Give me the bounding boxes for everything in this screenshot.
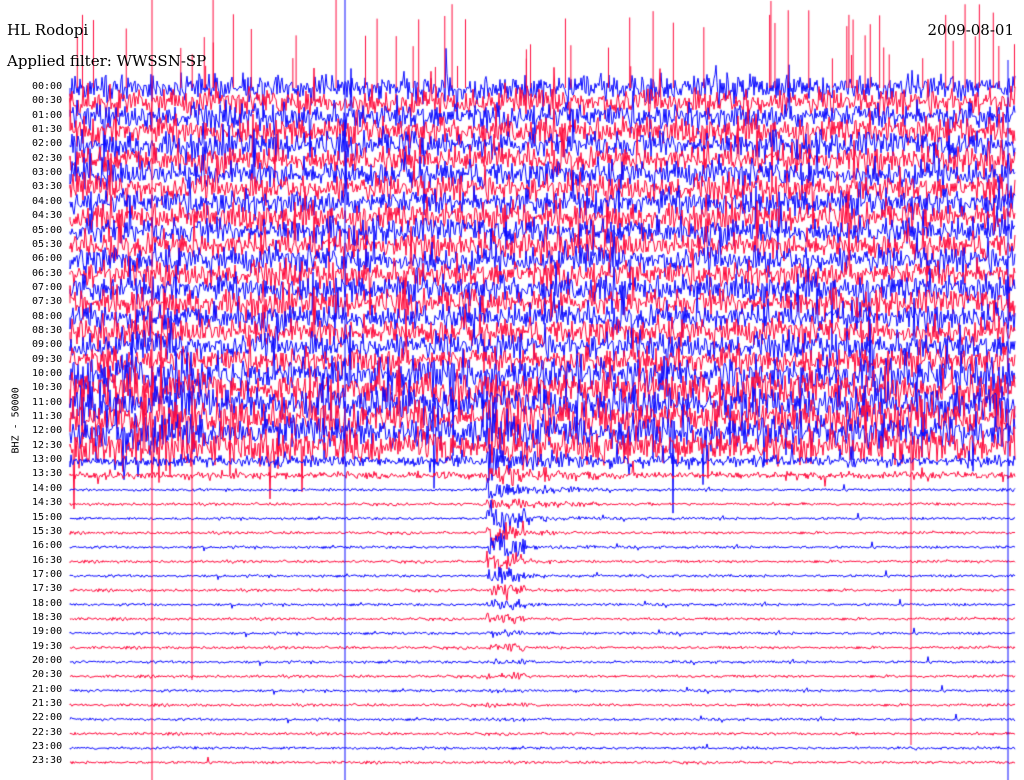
filter-label: Applied filter: WWSSN-SP xyxy=(7,52,207,70)
time-tick-label: 21:00 xyxy=(32,683,63,695)
time-tick-label: 03:00 xyxy=(32,167,63,179)
time-tick-label: 14:30 xyxy=(32,497,63,509)
date-label: 2009-08-01 xyxy=(927,21,1014,39)
time-tick-label: 19:00 xyxy=(32,626,63,638)
time-tick-label: 00:00 xyxy=(32,81,63,92)
time-tick-label: 06:30 xyxy=(32,267,63,279)
time-tick-label: 05:00 xyxy=(32,224,63,236)
time-tick-label: 11:30 xyxy=(32,411,63,423)
time-tick-label: 06:00 xyxy=(32,253,63,265)
time-tick-label: 01:00 xyxy=(32,109,63,121)
time-tick-label: 04:00 xyxy=(32,195,63,207)
time-tick-label: 15:00 xyxy=(32,511,63,523)
time-tick-label: 10:00 xyxy=(32,368,63,379)
time-tick-label: 20:30 xyxy=(32,669,63,681)
time-tick-label: 21:30 xyxy=(32,698,63,710)
time-tick-label: 14:00 xyxy=(32,482,63,494)
time-tick-label: 22:00 xyxy=(32,712,63,724)
channel-axis-label: BHZ - 50000 xyxy=(10,387,22,454)
time-tick-label: 11:00 xyxy=(32,396,63,408)
time-tick-label: 07:00 xyxy=(32,281,63,293)
time-tick-label: 04:30 xyxy=(32,210,63,222)
time-tick-label: 07:30 xyxy=(32,296,63,308)
time-tick-label: 08:30 xyxy=(32,324,63,336)
seismogram-plot xyxy=(0,0,1024,780)
time-tick-label: 13:30 xyxy=(32,468,63,480)
time-tick-label: 17:00 xyxy=(32,568,63,580)
time-tick-label: 16:30 xyxy=(32,554,63,566)
time-tick-label: 03:30 xyxy=(32,181,63,193)
time-tick-label: 08:00 xyxy=(32,310,63,322)
time-tick-label: 19:30 xyxy=(32,640,63,652)
time-tick-label: 12:00 xyxy=(32,425,63,437)
time-tick-label: 02:30 xyxy=(32,152,63,164)
time-tick-label: 18:30 xyxy=(32,611,63,623)
time-tick-label: 23:00 xyxy=(32,741,63,753)
time-tick-label: 02:00 xyxy=(32,138,63,150)
time-tick-label: 23:30 xyxy=(32,755,63,767)
time-tick-label: 17:30 xyxy=(32,583,63,595)
time-tick-label: 15:30 xyxy=(32,525,63,537)
time-tick-label: 10:30 xyxy=(32,382,63,394)
time-tick-label: 22:30 xyxy=(32,726,63,738)
time-tick-label: 09:30 xyxy=(32,353,63,365)
time-tick-label: 05:30 xyxy=(32,238,63,250)
station-title: HL Rodopi xyxy=(7,21,89,39)
time-tick-label: 13:00 xyxy=(32,454,63,466)
time-tick-label: 12:30 xyxy=(32,439,63,451)
time-tick-label: 20:00 xyxy=(32,655,63,666)
time-tick-label: 18:00 xyxy=(32,597,63,609)
time-tick-label: 16:00 xyxy=(32,540,63,552)
time-tick-label: 01:30 xyxy=(32,124,63,136)
time-tick-label: 09:00 xyxy=(32,339,63,351)
time-tick-label: 00:30 xyxy=(32,95,63,107)
